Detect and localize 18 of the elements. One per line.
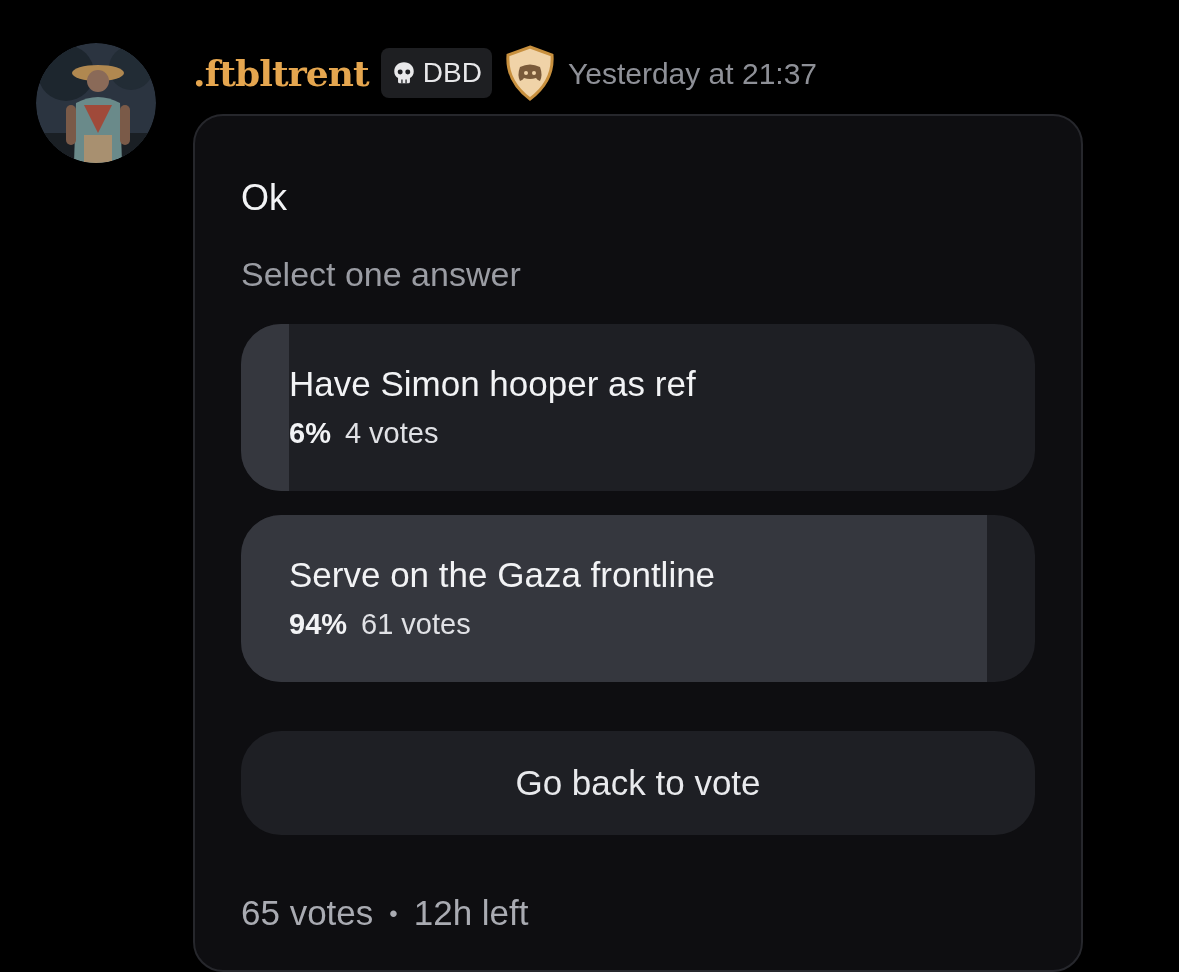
total-votes: 65 votes bbox=[241, 892, 374, 935]
time-left: 12h left bbox=[413, 892, 529, 935]
shield-badge-icon bbox=[503, 45, 556, 102]
timestamp: Yesterday at 21:37 bbox=[567, 55, 818, 92]
answer-text: Serve on the Gaza frontline bbox=[289, 554, 717, 597]
answer-percent: 94% bbox=[289, 607, 348, 643]
poll-answer[interactable]: Serve on the Gaza frontline 94% 61 votes bbox=[241, 515, 1035, 683]
poll-instruction: Select one answer bbox=[241, 254, 522, 296]
answer-votes: 61 votes bbox=[361, 607, 471, 643]
answer-votes: 4 votes bbox=[344, 416, 439, 452]
answer-percent: 6% bbox=[289, 416, 331, 452]
username[interactable]: .ftbltrent bbox=[193, 46, 369, 101]
go-back-button[interactable]: Go back to vote bbox=[241, 731, 1035, 836]
server-tag[interactable]: DBD bbox=[380, 48, 492, 99]
poll-question: Ok bbox=[241, 176, 288, 221]
answer-text: Have Simon hooper as ref bbox=[289, 363, 697, 406]
separator-dot: • bbox=[389, 898, 398, 929]
poll-answer[interactable]: Have Simon hooper as ref 6% 4 votes bbox=[241, 324, 1035, 492]
